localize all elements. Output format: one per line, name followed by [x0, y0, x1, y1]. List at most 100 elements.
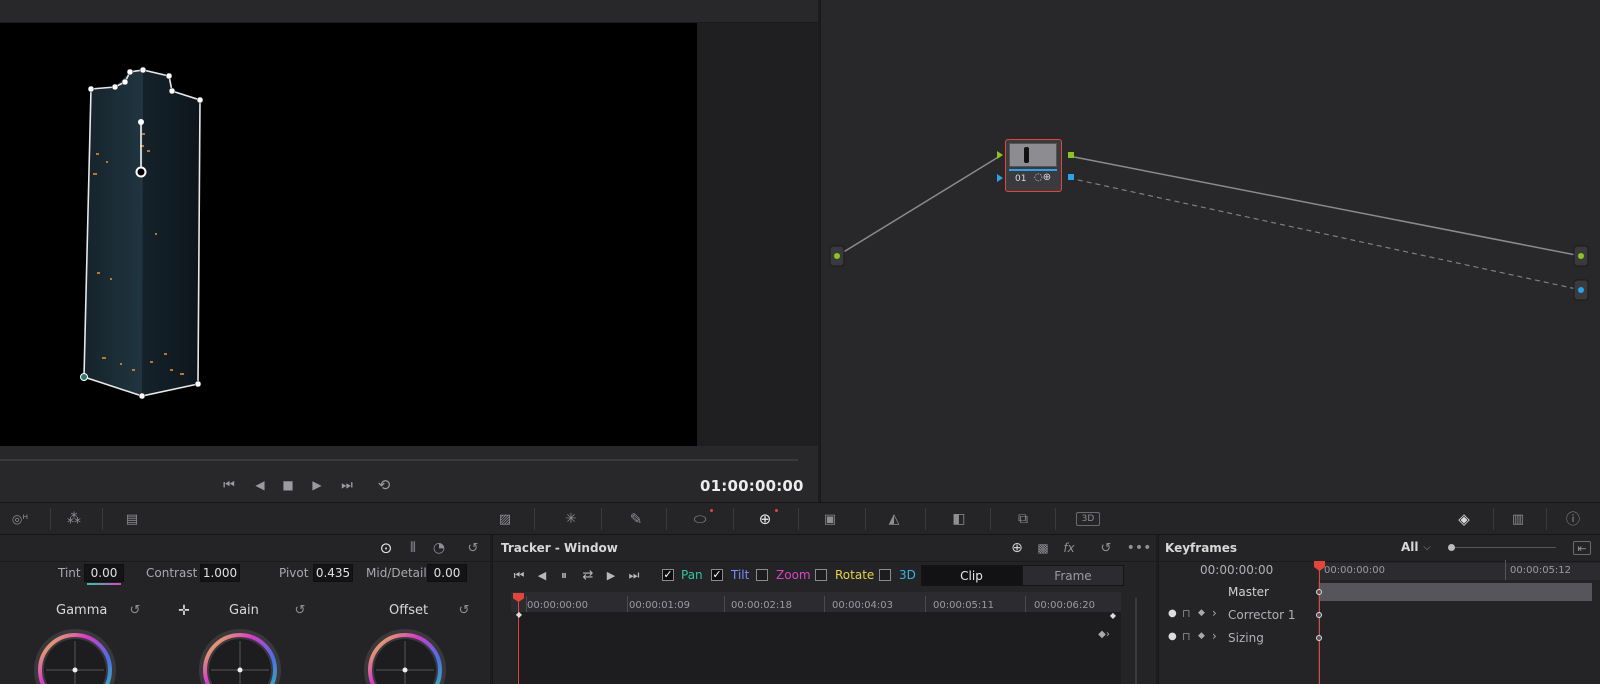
hdr-icon[interactable]: ◎ᴴ — [6, 508, 34, 530]
zoom-slider-handle[interactable] — [1448, 544, 1455, 551]
node-number: 01 — [1015, 174, 1027, 184]
master-keyframe-marker[interactable] — [1316, 589, 1322, 595]
first-frame-icon[interactable]: ⏮ — [218, 475, 240, 495]
corrector-node[interactable]: 01 ◌⊕ — [1005, 139, 1062, 192]
fx-mode-icon[interactable]: fx — [1058, 538, 1080, 558]
sizing-keyframe-marker[interactable] — [1316, 635, 1322, 641]
gain-reset-icon[interactable]: ↺ — [291, 601, 309, 619]
tilt-label: Tilt — [731, 568, 750, 582]
tilt-checkbox[interactable]: ✓ — [711, 569, 723, 581]
tracker-ruler[interactable] — [511, 592, 1121, 612]
primaries-bars-icon[interactable]: ⦀ — [402, 538, 424, 558]
offset-reset-icon[interactable]: ↺ — [455, 601, 473, 619]
gamma-reset-icon[interactable]: ↺ — [126, 601, 144, 619]
gamma-label: Gamma — [56, 603, 108, 618]
blur-icon[interactable]: ◭ — [882, 508, 906, 530]
zoom-checkbox[interactable] — [756, 569, 768, 581]
master-keyframe-track[interactable] — [1320, 583, 1592, 601]
window-icon[interactable]: ⬭ — [688, 508, 712, 530]
loop-icon[interactable]: ⟲ — [373, 475, 395, 495]
chevron-down-icon[interactable]: ⌵ — [1420, 540, 1434, 554]
track-forward-last-icon[interactable]: ⏭ — [626, 566, 642, 584]
node-graph[interactable] — [821, 0, 1600, 502]
reverse-play-icon[interactable]: ◀ — [250, 475, 270, 495]
last-frame-icon[interactable]: ⏭ — [336, 475, 358, 495]
keyframe-toggle-icon[interactable]: ◆ — [1198, 631, 1205, 641]
track-reverse-first-icon[interactable]: ⏮ — [511, 566, 527, 584]
kf-row-label: Master — [1228, 585, 1269, 599]
viewer-header — [0, 0, 818, 23]
magic-mask-icon[interactable]: ▣ — [817, 508, 843, 530]
expand-panel-icon[interactable]: ⇤ — [1573, 541, 1591, 555]
motion-effects-icon[interactable]: ▤ — [120, 508, 144, 530]
offset-wheel — [364, 629, 446, 684]
keyframes-zoom-slider[interactable] — [1450, 547, 1556, 548]
transport-bar — [0, 446, 818, 502]
tracker-tick-3: 00:00:04:03 — [832, 600, 894, 611]
keyframes-filter[interactable]: All — [1401, 540, 1419, 554]
pan-checkbox[interactable]: ✓ — [662, 569, 674, 581]
contrast-value[interactable]: 1.000 — [200, 564, 240, 582]
track-forward-frame-icon[interactable]: ▶ — [603, 566, 619, 584]
tracker-scrollbar[interactable] — [1135, 598, 1137, 684]
viewer-scrubber[interactable] — [0, 459, 798, 461]
expand-chevron-icon[interactable]: › — [1212, 606, 1217, 620]
scopes-icon[interactable]: ▥ — [1506, 508, 1530, 530]
kf-row-corrector[interactable]: ● ⊓ ◆ › Corrector 1 — [1158, 605, 1600, 628]
mid-detail-value[interactable]: 0.00 — [427, 564, 467, 582]
stop-icon[interactable]: ■ — [278, 475, 298, 495]
lock-icon[interactable]: ⊓ — [1182, 607, 1191, 620]
corrector-keyframe-marker[interactable] — [1316, 612, 1322, 618]
color-wheels[interactable] — [0, 620, 490, 684]
gamma-wheel — [34, 629, 116, 684]
track-stop-icon[interactable]: ⏸ — [556, 566, 572, 584]
reset-all-icon[interactable]: ↺ — [463, 538, 483, 558]
stabilizer-mode-icon[interactable]: ▩ — [1033, 538, 1053, 558]
curves-icon[interactable]: ▨ — [493, 508, 517, 530]
viewer-canvas[interactable] — [0, 23, 818, 446]
tracker-mode-icon[interactable]: ⊕ — [1007, 538, 1027, 558]
rotate-checkbox[interactable] — [815, 569, 827, 581]
tracker-tick-2: 00:00:02:18 — [731, 600, 793, 611]
node-editor[interactable] — [820, 0, 1600, 502]
info-icon[interactable]: ⓘ — [1561, 508, 1585, 530]
next-keyframe-icon[interactable]: ◆› — [1092, 628, 1116, 640]
play-icon[interactable]: ▶ — [307, 475, 327, 495]
frame-mode-button[interactable]: Frame — [1022, 565, 1124, 586]
kf-row-sizing[interactable]: ● ⊓ ◆ › Sizing — [1158, 628, 1600, 651]
qualifier-icon[interactable]: ✎ — [624, 508, 648, 530]
color-warper-icon[interactable]: ✳ — [559, 508, 583, 530]
rgb-mixer-icon[interactable]: ⁂ — [62, 508, 86, 530]
3d-icon[interactable]: 3D — [1076, 512, 1100, 526]
lock-icon[interactable]: ⊓ — [1182, 630, 1191, 643]
kf-tick-1: 00:00:05:12 — [1510, 565, 1572, 576]
tracker-options-icon[interactable]: ••• — [1127, 538, 1152, 558]
tracker-tick-1: 00:00:01:09 — [629, 600, 691, 611]
key-icon[interactable]: ◧ — [947, 508, 971, 530]
pivot-value[interactable]: 0.435 — [313, 564, 353, 582]
keyframes-playhead[interactable] — [1319, 566, 1320, 684]
keyframe-toggle-icon[interactable]: ◆ — [1198, 608, 1205, 618]
visibility-dot-icon[interactable]: ● — [1168, 631, 1177, 642]
tracker-icon[interactable]: ⊕ — [753, 508, 777, 530]
clip-mode-button[interactable]: Clip — [921, 565, 1022, 586]
output-connection — [1068, 155, 1582, 257]
log-wheels-icon[interactable]: ◔ — [428, 538, 450, 558]
tracker-graph[interactable] — [517, 612, 1121, 684]
3d-label: 3D — [899, 568, 916, 582]
mid-detail-label: Mid/Detail — [366, 566, 427, 580]
expand-chevron-icon[interactable]: › — [1212, 629, 1217, 643]
visibility-dot-icon[interactable]: ● — [1168, 608, 1177, 619]
3d-checkbox[interactable] — [879, 569, 891, 581]
track-bidirectional-icon[interactable]: ⇄ — [578, 566, 598, 584]
keyframes-icon[interactable]: ◈ — [1451, 508, 1477, 530]
tint-value[interactable]: 0.00 — [84, 564, 124, 582]
track-reverse-frame-icon[interactable]: ◀ — [534, 566, 550, 584]
tracker-playhead[interactable] — [518, 594, 519, 684]
tracker-reset-icon[interactable]: ↺ — [1096, 538, 1116, 558]
gain-label: Gain — [229, 603, 259, 618]
kf-tick-0: 00:00:00:00 — [1324, 565, 1386, 576]
gain-wheel — [199, 629, 281, 684]
primaries-wheels-icon[interactable]: ⊙ — [375, 538, 397, 558]
sizing-icon[interactable]: ⧉ — [1011, 508, 1035, 530]
